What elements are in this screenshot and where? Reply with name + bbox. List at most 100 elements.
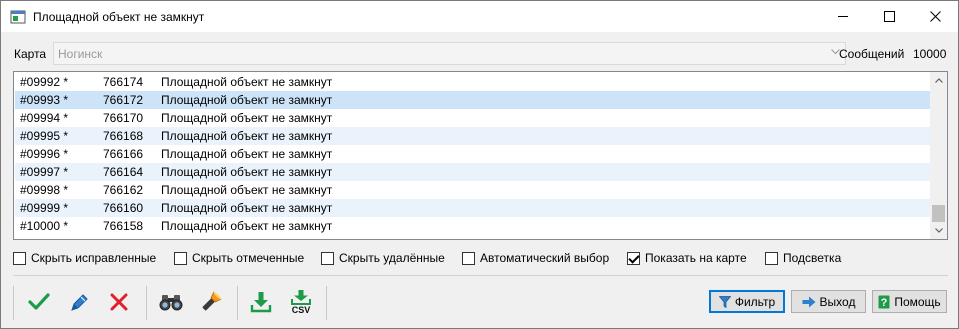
vertical-scrollbar[interactable] <box>930 72 947 239</box>
row-message: Площадной объект не замкнут <box>161 93 333 107</box>
messages-label: Сообщений <box>839 47 905 61</box>
export-button[interactable] <box>245 286 277 318</box>
filter-button-label: Фильтр <box>734 294 776 309</box>
list-row[interactable]: #09995 * 766168 Площадной объект не замк… <box>15 127 930 145</box>
filter-button[interactable]: Фильтр <box>709 290 785 313</box>
arrow-right-icon <box>802 296 816 307</box>
list-row[interactable]: #09998 * 766162 Площадной объект не замк… <box>15 181 930 199</box>
highlight-button[interactable] <box>195 286 227 318</box>
row-number: 766166 <box>103 147 144 161</box>
edit-button[interactable] <box>63 286 95 318</box>
checkbox-box[interactable] <box>321 251 334 265</box>
list-row[interactable]: #09997 * 766164 Площадной объект не замк… <box>15 163 930 181</box>
find-button[interactable] <box>155 286 187 318</box>
row-number: 766162 <box>103 183 144 197</box>
toolbar-separator <box>146 286 147 320</box>
row-message: Площадной объект не замкнут <box>161 111 333 125</box>
csv-label: CSV <box>291 304 311 315</box>
checkbox-auto-select[interactable]: Автоматический выбор <box>462 251 609 265</box>
checkbox-box[interactable] <box>627 251 640 265</box>
row-number: 766164 <box>103 165 144 179</box>
delete-button[interactable] <box>103 286 135 318</box>
window-title: Площадной объект не замкнут <box>33 9 205 24</box>
map-select-value: Ногинск <box>58 47 103 61</box>
messages-count: 10000 <box>913 47 947 61</box>
scrollbar-thumb[interactable] <box>932 205 945 222</box>
checkbox-highlight[interactable]: Подсветка <box>765 251 841 265</box>
list-row[interactable]: #09994 * 766170 Площадной объект не замк… <box>15 109 930 127</box>
checkbox-show-on-map[interactable]: Показать на карте <box>627 251 747 265</box>
maximize-button[interactable] <box>866 1 912 32</box>
pen-icon <box>71 294 88 311</box>
checkbox-label: Показать на карте <box>645 251 747 265</box>
exit-button-label: Выход <box>819 294 856 309</box>
maximize-icon <box>883 11 895 22</box>
checkbox-label: Скрыть удалённые <box>339 251 445 265</box>
list-row[interactable]: #10000 * 766158 Площадной объект не замк… <box>15 217 930 235</box>
filter-icon <box>718 295 731 308</box>
row-id: #09999 * <box>20 201 69 215</box>
row-id: #09992 * <box>20 75 69 89</box>
toolbar-separator <box>326 286 327 320</box>
row-number: 766168 <box>103 129 144 143</box>
export-csv-button[interactable]: CSV <box>285 286 317 318</box>
minimize-button[interactable] <box>820 1 866 32</box>
row-id: #09994 * <box>20 111 69 125</box>
divider <box>13 275 948 276</box>
message-list[interactable]: #09992 * 766174 Площадной объект не замк… <box>13 71 948 240</box>
list-row[interactable]: #09992 * 766174 Площадной объект не замк… <box>15 73 930 91</box>
toolbar-separator <box>13 286 14 320</box>
row-id: #10000 * <box>20 219 69 233</box>
accept-button[interactable] <box>23 286 55 318</box>
toolbar-separator <box>237 286 238 320</box>
checkbox-box[interactable] <box>462 251 475 265</box>
close-button[interactable] <box>912 1 958 32</box>
flashlight-icon <box>202 291 222 311</box>
help-icon: ? <box>878 295 890 309</box>
row-message: Площадной объект не замкнут <box>161 129 333 143</box>
row-id: #09996 * <box>20 147 69 161</box>
map-select[interactable]: Ногинск <box>53 42 846 65</box>
download-icon <box>250 292 272 313</box>
row-number: 766160 <box>103 201 144 215</box>
checkbox-hide-deleted[interactable]: Скрыть удалённые <box>321 251 445 265</box>
dialog-window: Площадной объект не замкнут Карта Ногинс… <box>0 0 959 329</box>
row-number: 766170 <box>103 111 144 125</box>
row-number: 766174 <box>103 75 144 89</box>
checkbox-label: Скрыть исправленные <box>31 251 157 265</box>
list-row[interactable]: #09999 * 766160 Площадной объект не замк… <box>15 199 930 217</box>
row-number: 766158 <box>103 219 144 233</box>
help-button-label: Помощь <box>894 294 941 309</box>
map-label: Карта <box>14 47 47 61</box>
row-id: #09998 * <box>20 183 69 197</box>
row-message: Площадной объект не замкнут <box>161 201 333 215</box>
scroll-up-button[interactable] <box>930 72 947 89</box>
scroll-down-button[interactable] <box>930 222 947 239</box>
row-number: 766172 <box>103 93 144 107</box>
svg-text:?: ? <box>881 297 888 309</box>
list-row-selected[interactable]: #09993 * 766172 Площадной объект не замк… <box>15 91 930 109</box>
checkbox-label: Автоматический выбор <box>480 251 610 265</box>
checkbox-box[interactable] <box>13 251 26 265</box>
app-icon <box>10 10 26 23</box>
minimize-icon <box>837 16 848 17</box>
row-id: #09993 * <box>20 93 69 107</box>
help-button[interactable]: ? Помощь <box>872 290 947 313</box>
checkbox-hide-marked[interactable]: Скрыть отмеченные <box>174 251 304 265</box>
chevron-down-icon <box>934 228 943 233</box>
chevron-up-icon <box>934 78 943 83</box>
row-message: Площадной объект не замкнут <box>161 165 333 179</box>
binoculars-icon <box>159 295 183 311</box>
checkbox-box[interactable] <box>765 251 778 265</box>
checkbox-label: Подсветка <box>783 251 842 265</box>
checkbox-hide-fixed[interactable]: Скрыть исправленные <box>13 251 156 265</box>
title-bar: Площадной объект не замкнут <box>1 1 958 32</box>
exit-button[interactable]: Выход <box>791 290 866 313</box>
row-message: Площадной объект не замкнут <box>161 75 333 89</box>
checkbox-box[interactable] <box>174 251 187 265</box>
list-row[interactable]: #09996 * 766166 Площадной объект не замк… <box>15 145 930 163</box>
row-id: #09995 * <box>20 129 69 143</box>
close-icon <box>929 11 941 22</box>
checkmark-icon <box>28 293 50 310</box>
row-message: Площадной объект не замкнут <box>161 147 333 161</box>
